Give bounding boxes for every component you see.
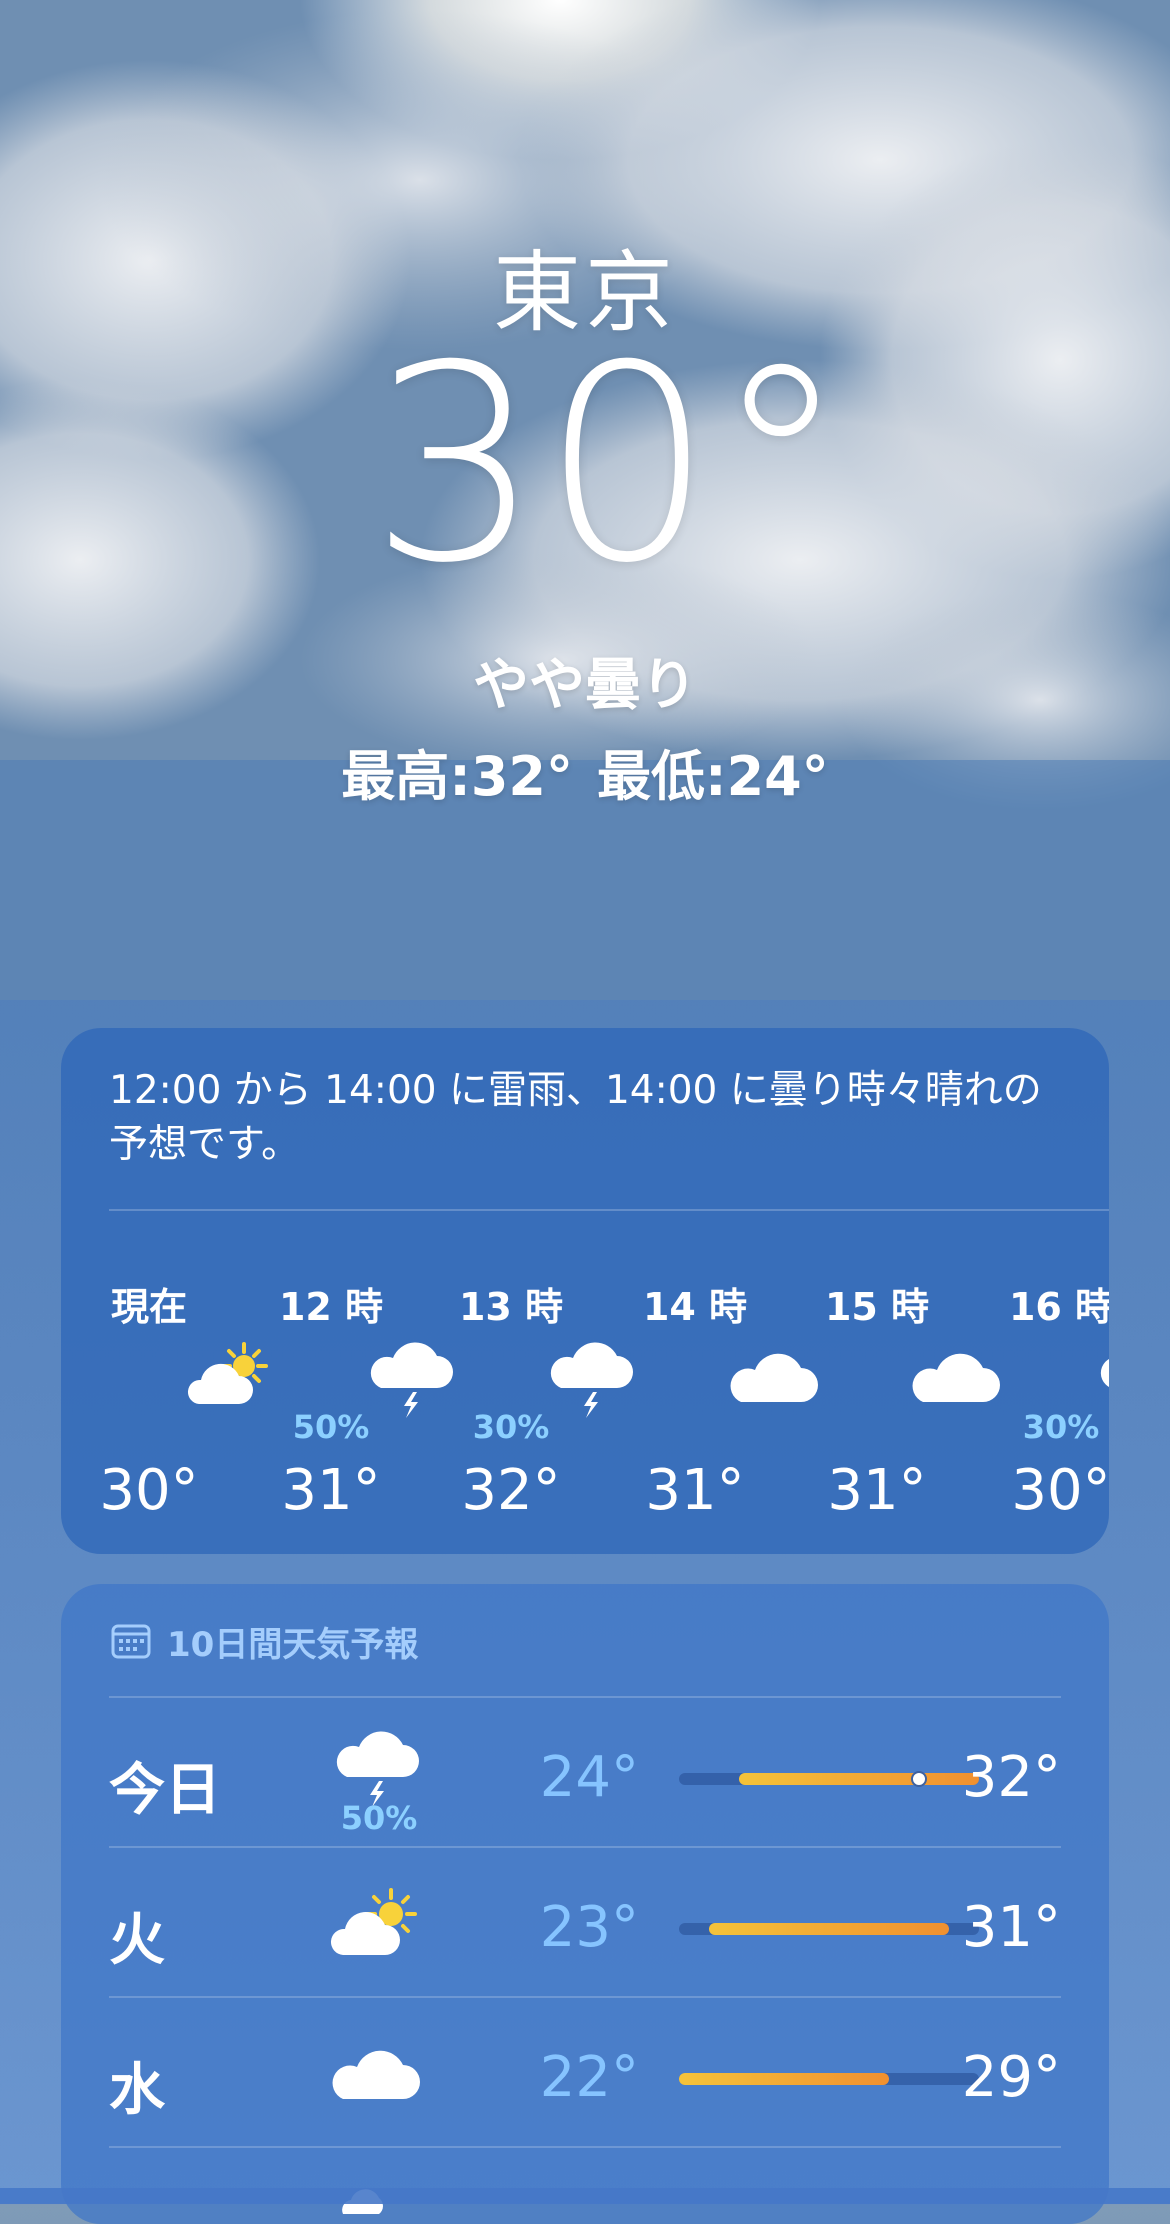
high-temperature: 31° xyxy=(961,1895,1061,1960)
ten-day-forecast-card[interactable]: 10日間天気予報 今日 50% 24° 32° 火 23° 31° 水 22° … xyxy=(61,1584,1109,2224)
precip-chance: 30% xyxy=(472,1408,550,1446)
cloud-icon xyxy=(912,1353,1000,1402)
forecast-row-wed[interactable]: 水 22° 29° xyxy=(109,1999,1061,2149)
cloud-icon xyxy=(730,1353,818,1402)
precip-chance: 30% xyxy=(1022,1408,1100,1446)
divider xyxy=(109,1846,1061,1848)
forecast-row-today[interactable]: 今日 50% 24° 32° xyxy=(109,1699,1061,1849)
temperature-range-bar xyxy=(679,1923,979,1935)
partly-sunny-icon xyxy=(187,1342,268,1404)
hour-label: 現在 xyxy=(110,1285,187,1329)
temperature-range-bar xyxy=(679,1771,979,1787)
divider xyxy=(109,1209,1109,1211)
day-name: 今日 xyxy=(109,1758,221,1823)
hour-temperature: 30° xyxy=(99,1458,199,1523)
weather-condition: やや曇り xyxy=(473,653,697,718)
high-temperature: 29° xyxy=(961,2045,1061,2110)
temperature-range-fill xyxy=(739,1773,979,1785)
hour-label: 14 時 xyxy=(642,1285,748,1329)
low-temperature: 最低:24° xyxy=(597,745,829,808)
low-temperature: 24° xyxy=(539,1745,639,1810)
divider xyxy=(109,2146,1061,2148)
forecast-header: 10日間天気予報 xyxy=(111,1616,418,1666)
high-low-temperature: 最高:32° 最低:24° xyxy=(0,732,1170,811)
bottom-toolbar-edge xyxy=(0,2188,1170,2204)
hour-label: 12 時 xyxy=(278,1285,384,1329)
low-temperature: 23° xyxy=(539,1895,639,1960)
hour-label: 16 時 xyxy=(1008,1285,1109,1329)
current-temperature-dot xyxy=(911,1771,927,1787)
hourly-summary: 12:00 から 14:00 に雷雨、14:00 に曇り時々晴れの予想です。 xyxy=(109,1068,1042,1167)
high-temperature: 最高:32° xyxy=(341,745,573,808)
thunderstorm-icon xyxy=(1100,1359,1109,1387)
thunderstorm-icon xyxy=(550,1342,633,1418)
hour-label: 15 時 xyxy=(824,1285,930,1329)
calendar-icon xyxy=(111,1624,151,1659)
partly-sunny-icon xyxy=(330,1888,417,1955)
temperature-range-fill xyxy=(709,1923,949,1935)
forecast-title: 10日間天気予報 xyxy=(167,1624,419,1665)
hourly-forecast-card[interactable]: 12:00 から 14:00 に雷雨、14:00 に曇り時々晴れの予想です。 現… xyxy=(61,1028,1109,1554)
temperature-range-fill xyxy=(679,2073,889,2085)
hourly-scroll[interactable]: 現在 30° 12 時 50% 31° 13 時 30% 32° 14 時 31… xyxy=(61,1228,1109,1548)
day-name: 火 xyxy=(109,1908,165,1973)
thunderstorm-icon xyxy=(370,1342,453,1418)
divider xyxy=(109,1696,1061,1698)
day-name: 水 xyxy=(109,2058,165,2123)
hour-temperature: 32° xyxy=(461,1458,561,1523)
hour-temperature: 31° xyxy=(645,1458,745,1523)
high-temperature: 32° xyxy=(961,1745,1061,1810)
forecast-row-tue[interactable]: 火 23° 31° xyxy=(109,1849,1061,1999)
low-temperature: 22° xyxy=(539,2045,639,2110)
cloud-icon xyxy=(332,2050,420,2099)
precip-chance: 50% xyxy=(292,1408,370,1446)
hour-temperature: 30° xyxy=(1011,1458,1109,1523)
divider xyxy=(109,1996,1061,1998)
current-temperature: 30° xyxy=(369,307,849,622)
precip-chance: 50% xyxy=(340,1799,418,1837)
hour-temperature: 31° xyxy=(827,1458,927,1523)
temperature-range-bar xyxy=(679,2073,979,2085)
hour-label: 13 時 xyxy=(458,1285,564,1329)
hour-temperature: 31° xyxy=(281,1458,381,1523)
